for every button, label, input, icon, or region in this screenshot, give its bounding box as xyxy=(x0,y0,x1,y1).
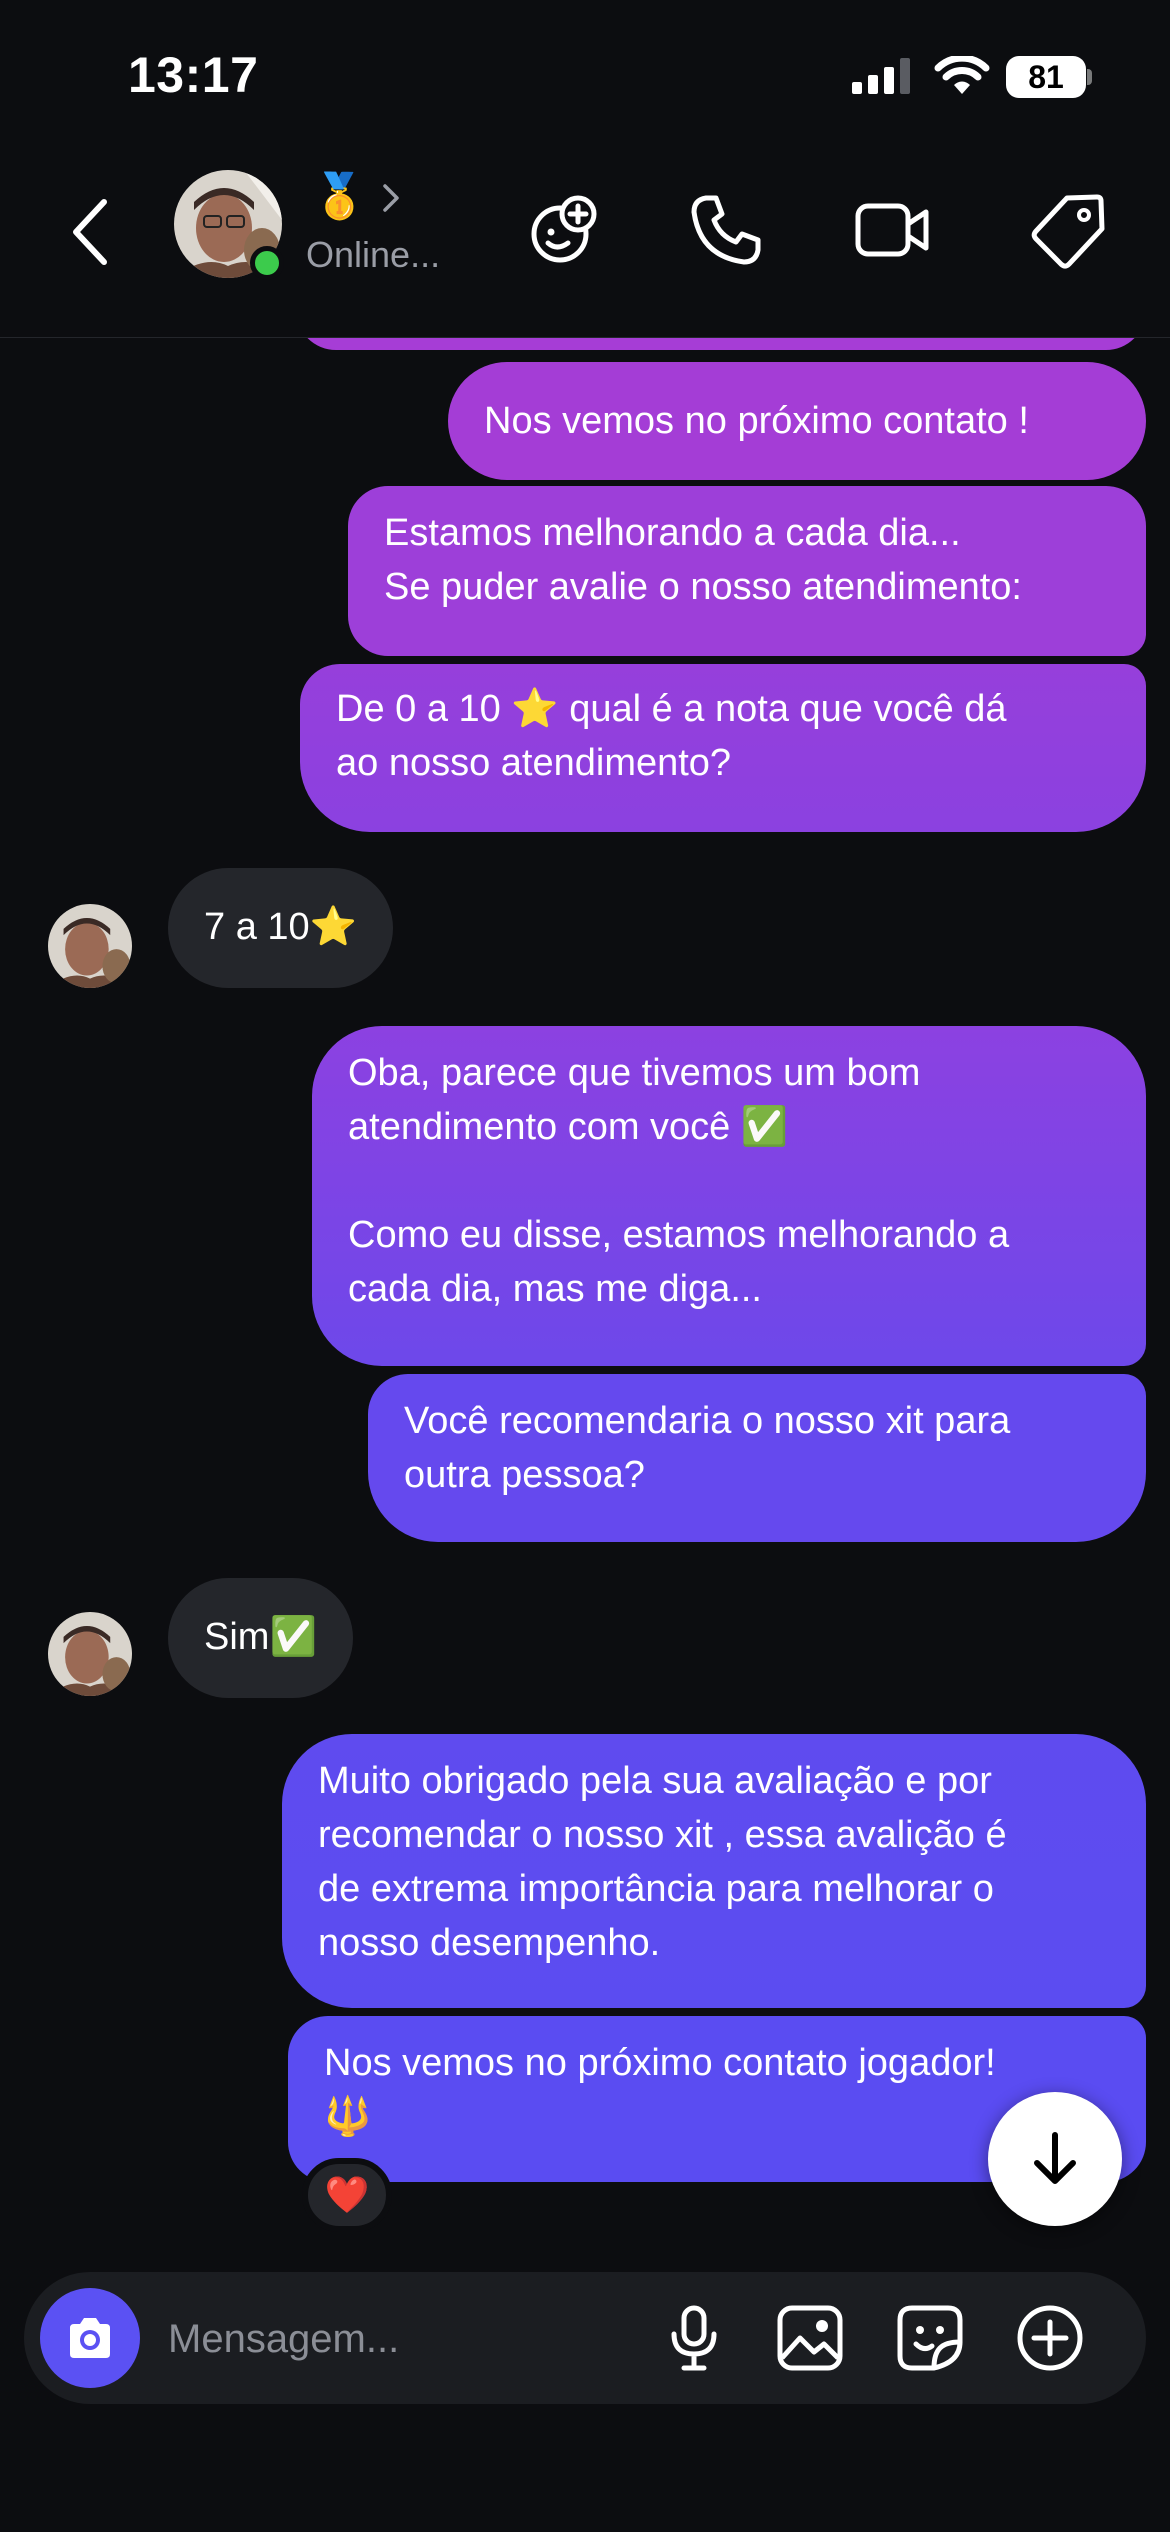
reaction-heart[interactable]: ❤️ xyxy=(302,2158,392,2232)
back-icon[interactable] xyxy=(66,192,116,272)
avatar-photo xyxy=(48,904,132,988)
arrow-down-icon xyxy=(1034,2132,1076,2184)
message-bubble-incoming[interactable]: 7 a 10⭐ xyxy=(168,868,393,988)
sender-avatar[interactable] xyxy=(48,904,132,988)
status-time: 13:17 xyxy=(128,47,259,103)
medal-badge: 🥇 xyxy=(312,172,367,221)
camera-button[interactable] xyxy=(40,2288,140,2388)
phone-icon[interactable] xyxy=(686,190,766,270)
message-bubble-outgoing[interactable]: Você recomendaria o nosso xit para outra… xyxy=(368,1374,1146,1542)
chevron-right-icon[interactable] xyxy=(378,178,404,218)
online-status-dot xyxy=(250,246,284,280)
battery-cap xyxy=(1087,69,1092,85)
message-bubble-outgoing[interactable]: De 0 a 10 ⭐ qual é a nota que você dá ao… xyxy=(300,664,1146,832)
tag-icon[interactable] xyxy=(1028,190,1108,270)
avatar-photo xyxy=(48,1612,132,1696)
wifi-icon xyxy=(934,56,990,94)
status-bar: 13:17 81 xyxy=(0,0,1170,150)
message-list[interactable]: Nos vemos no próximo contato ! Estamos m… xyxy=(0,338,1170,2268)
contact-status[interactable]: Online... xyxy=(306,234,440,276)
sender-avatar[interactable] xyxy=(48,1612,132,1696)
add-effects-icon[interactable] xyxy=(524,190,604,270)
sticker-icon[interactable] xyxy=(894,2302,966,2374)
battery-indicator: 81 xyxy=(1006,56,1092,98)
message-bubble-outgoing[interactable]: Estamos melhorando a cada dia... Se pude… xyxy=(348,486,1146,656)
message-bubble-outgoing[interactable]: Oba, parece que tivemos um bom atendimen… xyxy=(312,1026,1146,1366)
message-composer xyxy=(24,2272,1146,2404)
camera-icon xyxy=(70,2318,110,2358)
image-icon[interactable] xyxy=(774,2302,846,2374)
message-input[interactable] xyxy=(168,2304,638,2374)
cellular-signal-icon xyxy=(852,58,910,94)
message-bubble-outgoing[interactable]: Muito obrigado pela sua avaliação e por … xyxy=(282,1734,1146,2008)
battery-level: 81 xyxy=(1006,56,1086,98)
message-bubble-outgoing[interactable]: Nos vemos no próximo contato ! xyxy=(448,362,1146,480)
scroll-to-bottom-button[interactable] xyxy=(988,2092,1122,2226)
chat-header: 🥇 Online... xyxy=(0,150,1170,338)
message-bubble-partial[interactable] xyxy=(296,338,1146,350)
plus-circle-icon[interactable] xyxy=(1014,2302,1086,2374)
message-bubble-incoming[interactable]: Sim✅ xyxy=(168,1578,353,1698)
microphone-icon[interactable] xyxy=(658,2302,730,2374)
video-camera-icon[interactable] xyxy=(852,190,932,270)
